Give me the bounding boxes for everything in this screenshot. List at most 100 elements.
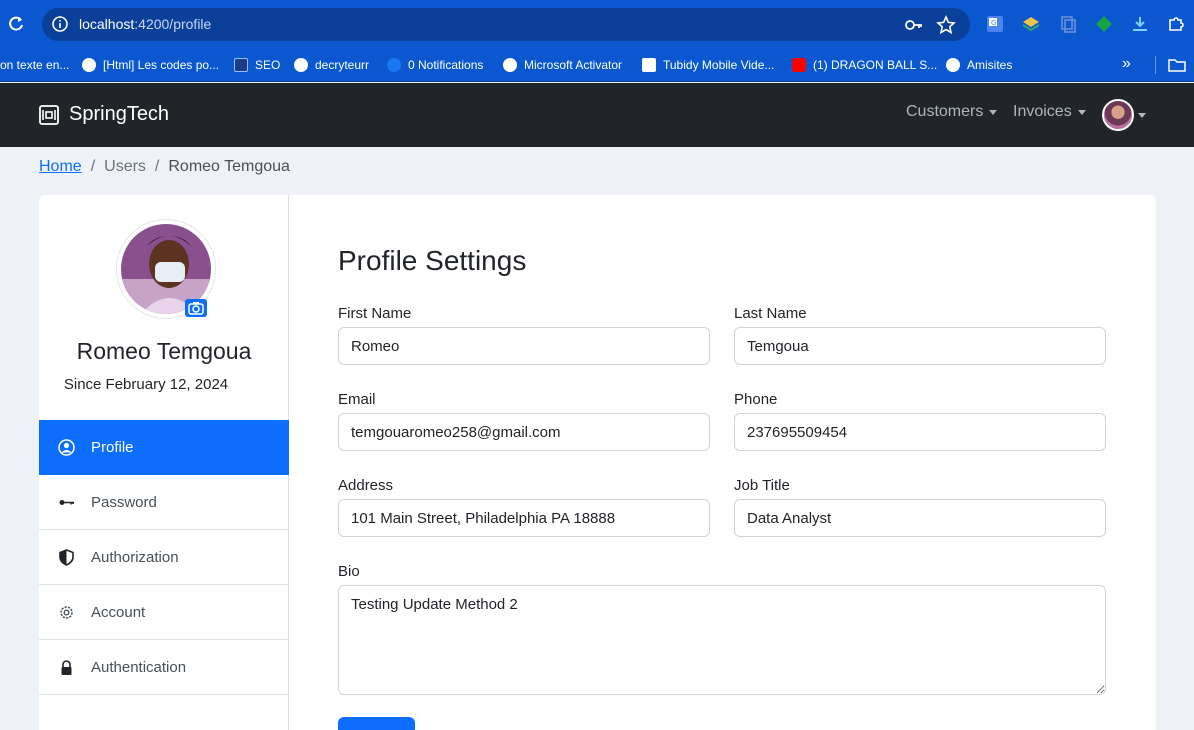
bookmark-label: on texte en... xyxy=(0,57,70,72)
email-label: Email xyxy=(338,391,376,408)
diamond-extension-icon[interactable] xyxy=(1095,15,1113,33)
sidebar-item-authentication[interactable]: Authentication xyxy=(39,640,289,695)
layers-extension-icon[interactable] xyxy=(1022,15,1040,33)
breadcrumb-users: Users xyxy=(104,158,146,175)
member-since: Since February 12, 2024 xyxy=(63,376,229,393)
translate-extension-icon[interactable]: G xyxy=(986,15,1004,33)
globe-icon xyxy=(294,57,308,72)
address-input[interactable] xyxy=(338,499,710,537)
sidebar-item-authorization[interactable]: Authorization xyxy=(39,530,289,585)
globe-icon xyxy=(82,57,96,72)
brand[interactable]: SpringTech xyxy=(38,103,169,126)
more-bookmarks-button[interactable]: » xyxy=(1122,55,1131,73)
url-path: :4200/profile xyxy=(134,16,212,32)
folder-icon[interactable] xyxy=(1168,58,1186,72)
tubidy-icon xyxy=(642,57,656,72)
gear-icon xyxy=(60,606,73,619)
user-avatar-menu[interactable] xyxy=(1102,99,1134,131)
shield-icon xyxy=(59,549,74,566)
svg-text:G: G xyxy=(991,19,996,27)
caret-down-icon xyxy=(989,109,998,115)
email-group: Email xyxy=(338,391,710,451)
profile-sidebar: Romeo Temgoua Since February 12, 2024 Pr… xyxy=(39,195,289,730)
password-key-icon[interactable] xyxy=(904,16,924,34)
invoices-label: Invoices xyxy=(1013,103,1072,120)
job-title-input[interactable] xyxy=(734,499,1106,537)
phone-group: Phone xyxy=(734,391,1106,451)
key-icon xyxy=(59,500,74,505)
caret-down-icon xyxy=(1077,109,1086,115)
bookmark-item[interactable]: [Html] Les codes po... xyxy=(82,47,219,82)
bio-textarea[interactable]: Testing Update Method 2 xyxy=(338,585,1106,695)
address-bar[interactable]: localhost:4200/profile xyxy=(42,8,970,41)
customers-label: Customers xyxy=(906,103,984,120)
brand-logo-icon xyxy=(39,104,59,125)
bio-label: Bio xyxy=(338,563,360,580)
globe-icon xyxy=(946,57,960,72)
last-name-input[interactable] xyxy=(734,327,1106,365)
url-text[interactable]: localhost:4200/profile xyxy=(79,16,211,32)
copy-extension-icon[interactable] xyxy=(1059,15,1077,33)
seo-icon xyxy=(234,57,248,72)
reload-icon[interactable] xyxy=(6,14,26,34)
camera-icon[interactable] xyxy=(185,299,207,317)
phone-input[interactable] xyxy=(734,413,1106,451)
sidebar-item-label: Authorization xyxy=(91,548,179,566)
site-info-icon[interactable] xyxy=(52,16,68,32)
url-host: localhost xyxy=(79,16,135,32)
bookmark-item[interactable]: Amisites xyxy=(946,47,1012,82)
bookmarks-bar: on texte en... [Html] Les codes po... SE… xyxy=(0,47,1194,82)
sidebar-item-label: Authentication xyxy=(91,658,187,676)
sidebar-item-label: Account xyxy=(91,603,146,621)
invoices-dropdown[interactable]: Invoices xyxy=(1013,103,1086,121)
bookmark-item[interactable]: on texte en... xyxy=(0,47,69,82)
sidebar-item-account[interactable]: Account xyxy=(39,585,289,640)
bookmark-item[interactable]: SEO xyxy=(234,47,280,82)
extensions-puzzle-icon[interactable] xyxy=(1167,15,1185,33)
bookmark-label: SEO xyxy=(255,57,281,72)
breadcrumb-separator: / xyxy=(154,158,160,175)
divider xyxy=(1155,56,1156,74)
download-icon[interactable] xyxy=(1131,15,1149,33)
job-title-label: Job Title xyxy=(734,477,790,494)
bookmark-star-icon[interactable] xyxy=(936,15,956,35)
customers-dropdown[interactable]: Customers xyxy=(906,103,998,121)
email-field[interactable] xyxy=(338,413,710,451)
job-title-group: Job Title xyxy=(734,477,1106,537)
caret-down-icon[interactable] xyxy=(1138,113,1146,118)
bookmark-label: Microsoft Activator xyxy=(524,57,623,72)
address-label: Address xyxy=(338,477,394,494)
breadcrumb-separator: / xyxy=(90,158,96,175)
bookmark-item[interactable]: (1) DRAGON BALL S... xyxy=(792,47,937,82)
app-navbar: SpringTech Customers Invoices xyxy=(0,83,1194,147)
facebook-icon xyxy=(387,57,401,72)
sidebar-item-profile[interactable]: Profile xyxy=(39,420,289,475)
browser-toolbar: localhost:4200/profile G xyxy=(0,0,1194,47)
sidebar-item-label: Password xyxy=(91,493,157,511)
phone-label: Phone xyxy=(734,391,778,408)
bookmark-item[interactable]: Microsoft Activator xyxy=(503,47,622,82)
sidebar-item-password[interactable]: Password xyxy=(39,475,289,530)
bookmark-item[interactable]: decryteurr xyxy=(294,47,369,82)
first-name-input[interactable] xyxy=(338,327,710,365)
bookmark-item[interactable]: Tubidy Mobile Vide... xyxy=(642,47,774,82)
youtube-icon xyxy=(792,57,806,72)
bookmark-label: Amisites xyxy=(967,57,1013,72)
bookmark-label: Tubidy Mobile Vide... xyxy=(663,57,775,72)
lock-icon xyxy=(61,660,72,675)
profile-name: Romeo Temgoua xyxy=(76,338,252,364)
breadcrumb-home[interactable]: Home xyxy=(39,158,82,176)
first-name-group: First Name xyxy=(338,305,710,365)
first-name-label: First Name xyxy=(338,305,412,322)
save-button[interactable] xyxy=(338,717,415,730)
brand-name: SpringTech xyxy=(69,103,170,125)
bio-group: Bio Testing Update Method 2 xyxy=(338,563,1106,695)
last-name-label: Last Name xyxy=(734,305,807,322)
address-group: Address xyxy=(338,477,710,537)
bookmark-label: 0 Notifications xyxy=(408,57,484,72)
bookmark-item[interactable]: 0 Notifications xyxy=(387,47,483,82)
bookmark-label: [Html] Les codes po... xyxy=(103,57,220,72)
breadcrumb: Home / Users / Romeo Temgoua xyxy=(39,158,290,176)
last-name-group: Last Name xyxy=(734,305,1106,365)
page-title: Profile Settings xyxy=(338,245,527,276)
